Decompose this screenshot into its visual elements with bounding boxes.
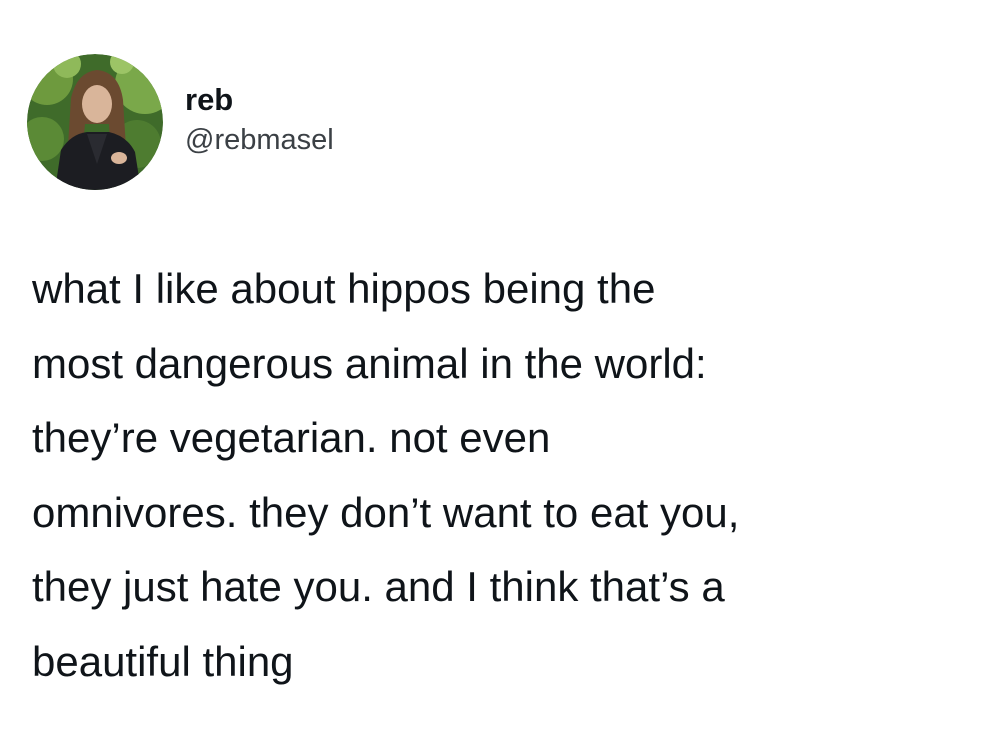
tweet-text-line: what I like about hippos being the [32, 265, 656, 312]
tweet-text-line: omnivores. they don’t want to eat you, [32, 488, 740, 536]
tweet-text: what I like about hippos being the most … [32, 252, 972, 699]
tweet-text-line: most dangerous animal in the world: [32, 339, 707, 387]
tweet-header: reb @rebmasel [27, 54, 334, 190]
avatar[interactable] [27, 54, 163, 190]
profile-photo-icon [27, 54, 163, 190]
author-names: reb @rebmasel [185, 81, 334, 159]
tweet-card: reb @rebmasel what I like about hippos b… [0, 0, 994, 746]
display-name[interactable]: reb [185, 81, 334, 119]
user-handle[interactable]: @rebmasel [185, 121, 334, 159]
tweet-text-line: they just hate you. and I think that’s a [32, 563, 725, 610]
tweet-text-line: beautiful thing [32, 637, 294, 685]
tweet-text-line: they’re vegetarian. not even [32, 414, 551, 461]
